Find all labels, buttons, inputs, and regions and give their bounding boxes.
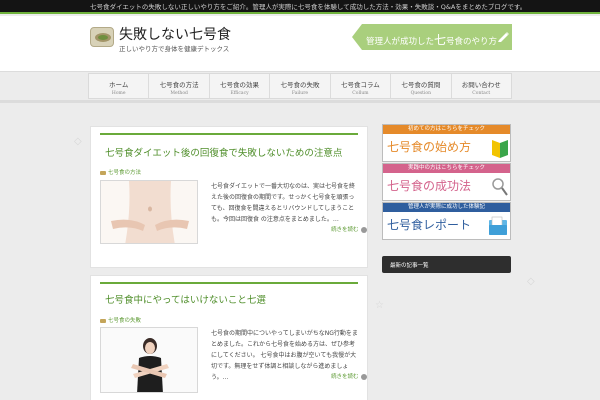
top-bar-text: 七号食ダイエットの失敗しない正しいやり方をご紹介。管理人が実際に七号食を体験して… <box>90 3 527 11</box>
folder-icon <box>100 318 106 323</box>
arrow-circle-icon <box>360 373 367 380</box>
nav-item-home[interactable]: ホーム Home <box>89 74 150 98</box>
background-star-icon: ☆ <box>375 300 384 311</box>
site-header: 失敗しない七号食 正しいやり方で身体を健康デトックス 管理人が成功した七号食のや… <box>0 16 600 72</box>
sidebar-panel-start[interactable]: 初めての方はこちらをチェック 七号食の始め方 <box>382 124 511 162</box>
pencil-icon <box>498 32 509 42</box>
sidebar-panel-head: 実践中の方はこちらをチェック <box>383 164 510 173</box>
post-category[interactable]: 七号食の失敗 <box>100 316 141 324</box>
waist-photo-image <box>101 181 197 243</box>
nav-item-failure[interactable]: 七号食の失敗 Failure <box>270 74 331 98</box>
sidebar-panel-title: 七号食の成功法 <box>387 179 472 193</box>
read-more-link[interactable]: 続きを読む <box>331 372 367 380</box>
nav-item-collum[interactable]: 七号食コラム Collum <box>331 74 392 98</box>
sidebar-panel-head: 初めての方はこちらをチェック <box>383 125 510 134</box>
post-thumbnail[interactable] <box>100 327 198 393</box>
post-title-rule <box>100 133 358 135</box>
post-title-link[interactable]: 七号食ダイエット後の回復食で失敗しないための注意点 <box>105 145 342 159</box>
header-banner-text[interactable]: 管理人が成功した七号食のやり方 <box>366 31 497 48</box>
post-excerpt: 七号食ダイエットで一番大切なのは、実は七号食を終えた後の回復食の期間です。せっか… <box>211 183 355 223</box>
post-title-link[interactable]: 七号食中にやってはいけないこと七選 <box>105 292 266 306</box>
sidebar-panel-success[interactable]: 実践中の方はこちらをチェック 七号食の成功法 <box>382 163 511 201</box>
arrow-circle-icon <box>360 226 367 233</box>
beginner-mark-icon <box>492 140 508 158</box>
nav-item-contact[interactable]: お問い合わせ Contact <box>452 74 511 98</box>
sidebar-panel-title: 七号食の始め方 <box>387 140 472 154</box>
sidebar-widget-title: 最新の記事一覧 <box>390 263 429 269</box>
nav-item-efficacy[interactable]: 七号食の効果 Efficacy <box>210 74 271 98</box>
sidebar-panel-title: 七号食レポート <box>387 218 472 232</box>
sidebar-panel-report[interactable]: 管理人が実際に成功した体験記 七号食レポート <box>382 202 511 240</box>
folder-icon <box>100 170 106 175</box>
read-more-link[interactable]: 続きを読む <box>331 225 367 233</box>
site-title[interactable]: 失敗しない七号食 <box>119 24 231 44</box>
nav-shadow <box>0 100 600 103</box>
sidebar-widget-header: 最新の記事一覧 <box>382 256 511 273</box>
post-category[interactable]: 七号食の方法 <box>100 168 141 176</box>
sidebar-panel-head: 管理人が実際に成功した体験記 <box>383 203 510 212</box>
top-bar: 七号食ダイエットの失敗しない正しいやり方をご紹介。管理人が実際に七号食を体験して… <box>0 0 600 14</box>
nav-item-question[interactable]: 七号食の質問 Question <box>391 74 452 98</box>
main-nav: ホーム Home 七号食の方法 Method 七号食の効果 Efficacy 七号食の… <box>88 73 512 99</box>
nav-item-method[interactable]: 七号食の方法 Method <box>149 74 210 98</box>
background-diamond-icon: ◇ <box>74 136 82 147</box>
folder-document-icon <box>489 216 507 235</box>
logo-rice-bowl-image[interactable] <box>90 27 114 47</box>
post-thumbnail[interactable] <box>100 180 198 244</box>
site-subtitle: 正しいやり方で身体を健康デトックス <box>119 45 230 53</box>
magnifier-icon <box>492 178 508 196</box>
woman-cross-arms-image <box>101 328 197 392</box>
background-diamond-icon: ◇ <box>527 276 535 287</box>
post-title-rule <box>100 282 358 284</box>
